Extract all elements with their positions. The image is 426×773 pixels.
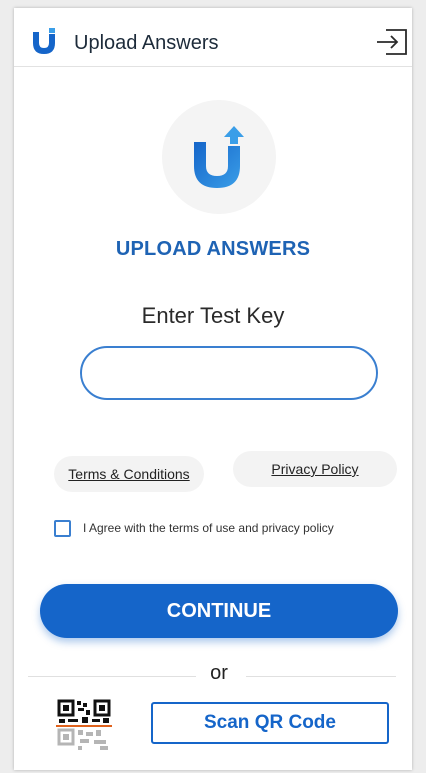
device-frame: Upload Answers UPLOAD ANSWERS Enter Test…: [0, 0, 426, 773]
logo-badge: [162, 100, 276, 214]
or-separator: or: [210, 662, 228, 684]
agree-label: I Agree with the terms of use and privac…: [83, 521, 334, 535]
agree-checkbox[interactable]: [54, 519, 71, 537]
privacy-policy-link[interactable]: Privacy Policy: [233, 451, 397, 487]
app-name-heading: UPLOAD ANSWERS: [115, 238, 311, 260]
terms-conditions-link[interactable]: Terms & Conditions: [54, 456, 204, 492]
agree-row: I Agree with the terms of use and privac…: [54, 516, 384, 540]
app-logo-u-arrow-icon: [194, 126, 244, 188]
logout-icon[interactable]: [376, 28, 408, 61]
test-key-label: Enter Test Key: [141, 303, 285, 328]
test-key-input[interactable]: [80, 346, 378, 400]
scan-qr-code-button[interactable]: Scan QR Code: [151, 702, 389, 744]
qr-code-icon[interactable]: [56, 698, 112, 757]
continue-button[interactable]: CONTINUE: [40, 584, 398, 638]
app-screen: Upload Answers UPLOAD ANSWERS Enter Test…: [14, 8, 412, 770]
app-header: Upload Answers: [14, 8, 412, 67]
app-logo-icon: [31, 28, 57, 59]
header-title: Upload Answers: [74, 32, 219, 54]
